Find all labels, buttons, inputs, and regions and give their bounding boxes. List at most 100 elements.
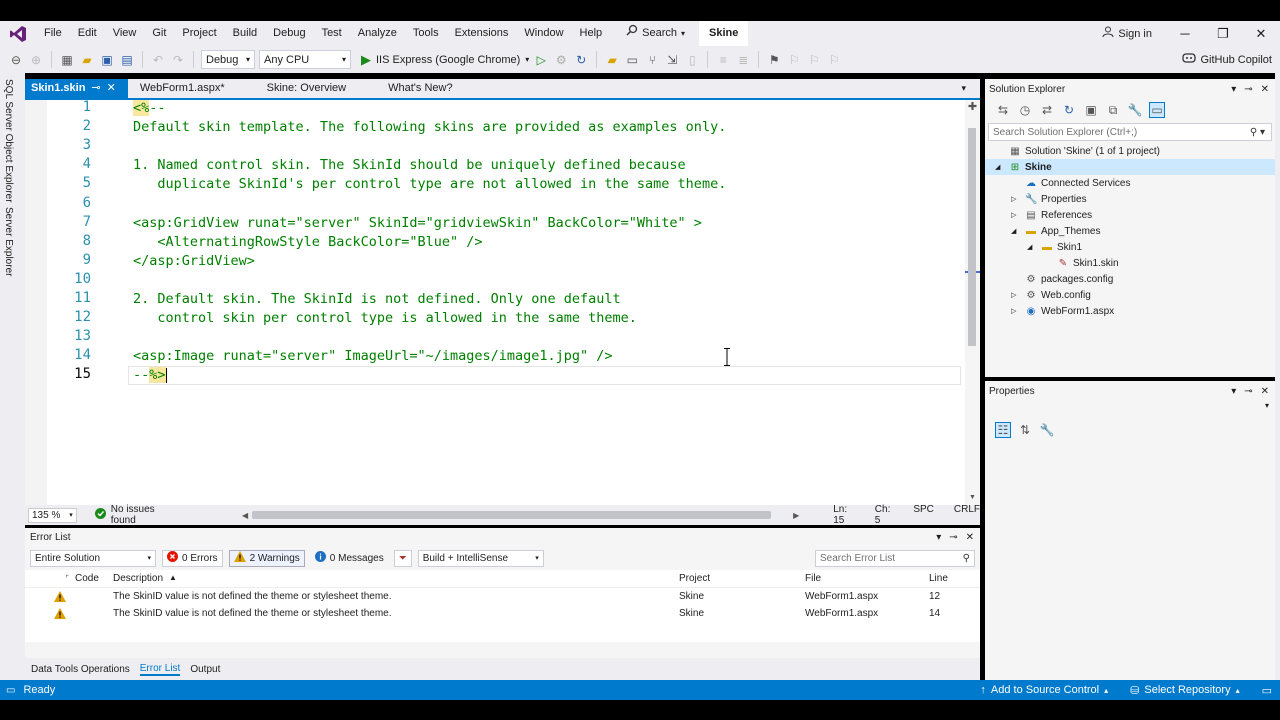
categorized-icon[interactable]: ☷ [995,422,1011,438]
close-icon[interactable]: ✕ [107,79,116,98]
minimize-button[interactable]: ─ [1166,21,1204,46]
uncomment-icon[interactable]: ≣ [735,52,751,68]
column-header-file[interactable]: File [805,573,929,584]
tab-whats-new[interactable]: What's New? [358,79,464,98]
scroll-left-icon[interactable]: ◀ [242,511,248,520]
code-line[interactable]: duplicate SkinId's per control type are … [133,176,726,192]
code-line[interactable]: control skin per control type is allowed… [133,310,637,326]
code-line[interactable]: 1. Named control skin. The SkinId should… [133,157,686,173]
code-line[interactable]: <AlternatingRowStyle BackColor="Blue" /> [133,234,482,250]
whitespace-indicator[interactable]: SPC [913,504,934,526]
refresh-icon[interactable]: ↻ [573,52,589,68]
error-row[interactable]: The SkinID value is not defined the them… [25,605,980,622]
zoom-dropdown[interactable]: 135 % ▾ [28,507,77,523]
column-header-line[interactable]: Line [929,573,969,584]
menu-view[interactable]: View [105,21,145,46]
collapsed-arrow-icon[interactable]: ▷ [1011,211,1021,219]
menu-window[interactable]: Window [516,21,571,46]
menu-debug[interactable]: Debug [265,21,313,46]
line-ending-indicator[interactable]: CRLF [954,504,980,526]
line-indicator[interactable]: Ln: 15 [833,504,855,526]
tree-node[interactable]: ▷ ⚙ Web.config [985,287,1275,303]
restore-button[interactable]: ❐ [1204,21,1242,46]
menu-extensions[interactable]: Extensions [447,21,517,46]
clear-bookmarks-icon[interactable]: ⚐ [826,52,842,68]
pin-icon[interactable]: ⊸ [91,79,100,98]
code-line[interactable]: 2. Default skin. The SkinId is not defin… [133,291,621,307]
layout-icon[interactable]: ▭ [624,52,640,68]
menu-file[interactable]: File [36,21,70,46]
tab-skin1-skin[interactable]: Skin1.skin ⊸ ✕ [25,79,128,98]
pin-icon[interactable]: ⊸ [949,532,957,543]
menu-test[interactable]: Test [314,21,350,46]
code-line[interactable]: --%> [133,367,167,384]
back-arrow-icon[interactable]: ⊖ [8,52,24,68]
scroll-right-icon[interactable]: ▶ [793,511,799,520]
tab-skine-overview[interactable]: Skine: Overview [237,79,358,98]
messages-filter-button[interactable]: 0 Messages [311,550,388,567]
add-to-source-control-button[interactable]: ↑ Add to Source Control ▴ [980,684,1108,696]
expanded-arrow-icon[interactable]: ◢ [995,163,1005,171]
expanded-arrow-icon[interactable]: ◢ [1027,243,1037,251]
code-line[interactable]: <%-- [133,100,166,116]
menu-build[interactable]: Build [225,21,265,46]
scope-dropdown[interactable]: Entire Solution ▾ [30,549,156,567]
tab-error-list[interactable]: Error List [139,663,181,676]
column-indicator[interactable]: Ch: 5 [875,504,894,526]
close-icon[interactable]: ✕ [1261,84,1269,95]
errors-filter-button[interactable]: 0 Errors [162,549,223,567]
column-header-description[interactable]: Description ▲ [113,573,679,584]
open-folder-icon[interactable]: ▰ [79,52,95,68]
collapsed-arrow-icon[interactable]: ▷ [1011,195,1021,203]
close-window-button[interactable]: ✕ [1242,21,1280,46]
menu-edit[interactable]: Edit [70,21,105,46]
undo-icon[interactable]: ↶ [150,52,166,68]
code-line[interactable]: Default skin template. The following ski… [133,119,726,135]
panel-menu-icon[interactable]: ▾ [1231,386,1236,397]
prev-bookmark-icon[interactable]: ⚐ [786,52,802,68]
save-icon[interactable]: ▣ [99,52,115,68]
menu-tools[interactable]: Tools [405,21,447,46]
sync-icon[interactable]: ⇄ [1039,102,1055,118]
warnings-filter-button[interactable]: 2 Warnings [228,549,305,567]
pin-icon[interactable]: ⊸ [1244,386,1252,397]
redo-icon[interactable]: ↷ [170,52,186,68]
column-header-project[interactable]: Project [679,573,805,584]
tree-node[interactable]: ◢ ▬ App_Themes [985,223,1275,239]
notifications-icon[interactable]: ▭ [1262,684,1272,697]
solution-explorer-search[interactable]: Search Solution Explorer (Ctrl+;) ⚲ ▾ [988,123,1272,141]
filter-toggle-button[interactable]: ⏷ [393,549,412,567]
error-list-search[interactable]: Search Error List ⚲ [815,549,975,567]
tab-overflow-dropdown[interactable]: ▾ [961,79,980,98]
browser-link-icon[interactable]: ⚙ [553,52,569,68]
collapsed-arrow-icon[interactable]: ▷ [1011,291,1021,299]
menu-help[interactable]: Help [572,21,611,46]
github-copilot-button[interactable]: GitHub Copilot [1182,52,1272,67]
tree-node[interactable]: ✎ Skin1.skin [985,255,1275,271]
server-explorer-tab[interactable]: Server Explorer [3,207,14,276]
property-pages-icon[interactable]: 🔧 [1039,422,1055,438]
collapsed-arrow-icon[interactable]: ▷ [1011,307,1021,315]
column-header-code[interactable]: Code [75,573,113,584]
switch-views-icon[interactable]: ⇆ [995,102,1011,118]
bookmark-icon[interactable]: ⚑ [766,52,782,68]
tree-node[interactable]: ◢ ▬ Skin1 [985,239,1275,255]
code-line[interactable]: <asp:GridView runat="server" SkinId="gri… [133,215,702,231]
column-filter-icon[interactable]: ⌜ [25,574,75,583]
preview-icon[interactable]: ▭ [1149,102,1165,118]
next-bookmark-icon[interactable]: ⚐ [806,52,822,68]
tab-webform1-aspx[interactable]: WebForm1.aspx* [128,79,237,98]
refresh-icon[interactable]: ↻ [1061,102,1077,118]
comment-icon[interactable]: ≡ [715,52,731,68]
tab-output[interactable]: Output [190,664,220,675]
panel-menu-icon[interactable]: ▾ [1231,84,1236,95]
search-menu[interactable]: Search ▾ [618,21,693,46]
sql-server-object-explorer-tab[interactable]: SQL Server Object Explorer [3,79,14,203]
branch-icon[interactable]: ⑂ [644,52,660,68]
menu-git[interactable]: Git [144,21,174,46]
close-icon[interactable]: ✕ [1261,386,1269,397]
sign-in-button[interactable]: Sign in [1088,26,1166,41]
properties-wrench-icon[interactable]: 🔧 [1127,102,1143,118]
save-all-icon[interactable]: ▤ [119,52,135,68]
publish-icon[interactable]: ▰ [604,52,620,68]
